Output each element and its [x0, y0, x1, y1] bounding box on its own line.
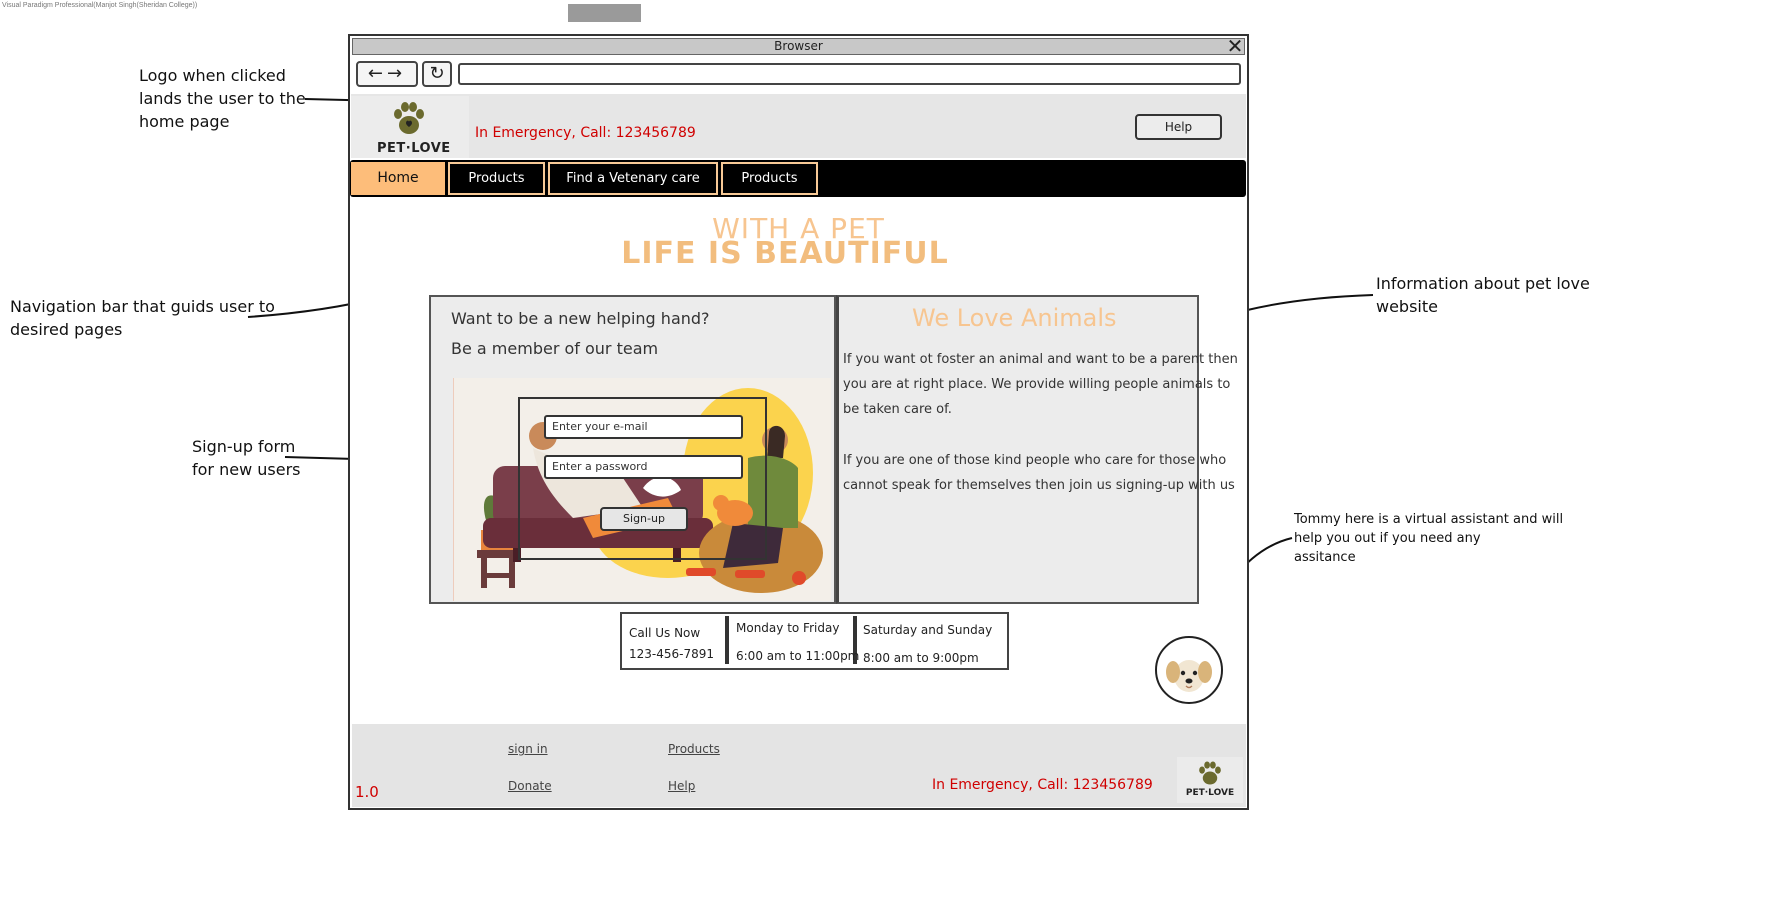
- footer-link-sign-in[interactable]: sign in: [508, 742, 548, 756]
- call-phone: 123-456-7891: [629, 647, 715, 661]
- about-para-2-line-1: If you are one of those kind people who …: [843, 453, 1227, 468]
- dog-icon: [1166, 660, 1212, 692]
- virtual-assistant-button[interactable]: [1155, 636, 1223, 704]
- about-para-1-line-2: you are at right place. We provide willi…: [843, 377, 1231, 392]
- close-icon[interactable]: ✕: [1224, 36, 1246, 56]
- weekdays-label: Monday to Friday: [736, 621, 840, 635]
- nav-home[interactable]: Home: [351, 162, 445, 195]
- email-field[interactable]: Enter your e-mail: [544, 415, 743, 439]
- join-subheading: Be a member of our team: [451, 339, 659, 358]
- signup-button[interactable]: Sign-up: [600, 507, 688, 531]
- paw-icon: [1199, 761, 1221, 785]
- hero-line-2: LIFE IS BEAUTIFUL: [621, 236, 949, 271]
- about-para-1-line-1: If you want ot foster an animal and want…: [843, 352, 1238, 367]
- contact-divider: [725, 616, 729, 664]
- password-field[interactable]: Enter a password: [544, 455, 743, 479]
- footer-link-help[interactable]: Help: [668, 779, 695, 793]
- about-para-1-line-3: be taken care of.: [843, 402, 952, 417]
- footer-logo[interactable]: PET·LOVE: [1177, 757, 1243, 803]
- reload-icon[interactable]: ↻: [422, 61, 452, 87]
- site-logo[interactable]: PET·LOVE: [351, 96, 469, 158]
- weekend-label: Saturday and Sunday: [863, 623, 993, 637]
- nav-products[interactable]: Products: [448, 162, 545, 195]
- footer-logo-text: PET·LOVE: [1185, 788, 1235, 798]
- footer-link-donate[interactable]: Donate: [508, 779, 552, 793]
- nav-find-vet[interactable]: Find a Vetenary care: [548, 162, 718, 195]
- about-title: We Love Animals: [912, 304, 1117, 332]
- emergency-contact: In Emergency, Call: 123456789: [475, 125, 696, 141]
- footer-emergency: In Emergency, Call: 123456789: [932, 777, 1153, 793]
- about-para-2-line-2: cannot speak for themselves then join us…: [843, 478, 1235, 493]
- site-footer: [352, 724, 1246, 807]
- join-heading: Want to be a new helping hand?: [451, 309, 710, 328]
- footer-link-products[interactable]: Products: [668, 742, 720, 756]
- help-button[interactable]: Help: [1135, 114, 1222, 140]
- back-forward-buttons[interactable]: ←→: [356, 61, 418, 87]
- browser-titlebar: Browser: [352, 38, 1245, 55]
- logo-text: PET·LOVE: [377, 141, 451, 156]
- weekend-hours: 8:00 am to 9:00pm: [863, 651, 979, 665]
- paw-icon: [389, 98, 429, 147]
- call-label: Call Us Now: [629, 626, 701, 640]
- nav-products-2[interactable]: Products: [721, 162, 818, 195]
- url-bar[interactable]: [458, 63, 1241, 85]
- version-label: 1.0: [355, 783, 379, 801]
- weekdays-hours: 6:00 am to 11:00pm: [736, 649, 860, 663]
